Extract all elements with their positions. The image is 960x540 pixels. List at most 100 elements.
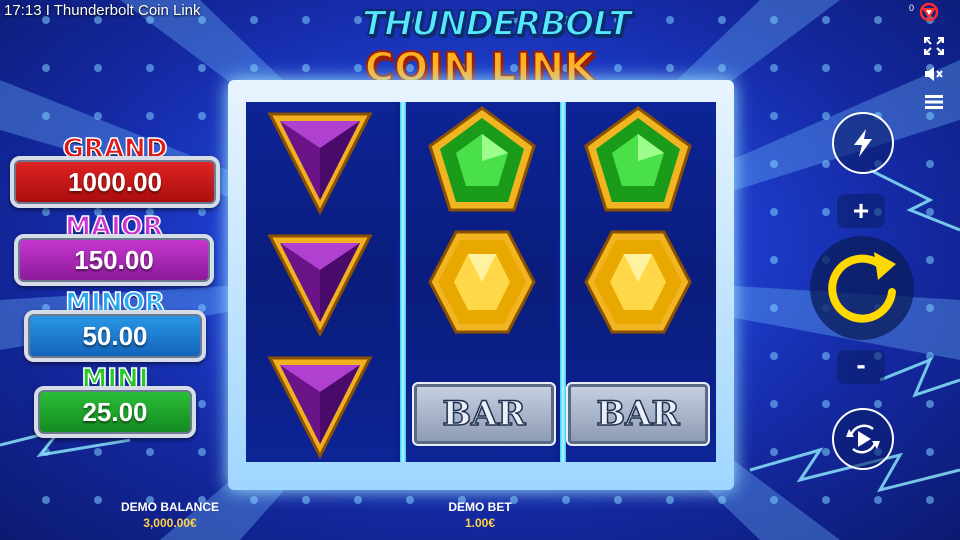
background-dot	[302, 496, 310, 504]
bar-symbol: BAR	[566, 382, 710, 446]
background-dot	[822, 208, 830, 216]
reel-frame: BAR BAR	[228, 80, 734, 490]
background-dot	[770, 256, 778, 264]
background-dot	[94, 112, 102, 120]
purple-triangle-gem	[267, 356, 373, 460]
background-dot	[770, 352, 778, 360]
background-dot	[822, 496, 830, 504]
spin-button[interactable]	[810, 236, 914, 340]
background-dot	[926, 400, 934, 408]
background-dot	[718, 496, 726, 504]
bet-value: 1.00€	[464, 516, 496, 530]
turbo-button[interactable]	[832, 112, 894, 174]
logo-line-thunderbolt: THUNDERBOLT	[361, 3, 632, 45]
background-dot	[926, 112, 934, 120]
jackpot-major: MAJOR 150.00	[14, 211, 214, 292]
jackpot-minor: MINOR 50.00	[24, 287, 206, 368]
reel-area: BAR BAR	[246, 102, 716, 462]
background-dot	[250, 496, 258, 504]
background-dot	[250, 64, 258, 72]
background-dot	[666, 496, 674, 504]
purple-triangle-gem	[267, 234, 373, 338]
yellow-hexagon-gem	[584, 230, 692, 334]
background-dot	[770, 208, 778, 216]
background-dot	[822, 64, 830, 72]
background-dot	[770, 400, 778, 408]
background-dot	[562, 496, 570, 504]
background-dot	[614, 496, 622, 504]
background-dot	[822, 112, 830, 120]
background-dot	[146, 448, 154, 456]
background-dot	[770, 496, 778, 504]
background-dot	[770, 64, 778, 72]
background-dot	[94, 448, 102, 456]
background-dot	[718, 64, 726, 72]
bet-plus-button[interactable]: +	[837, 194, 885, 228]
jackpot-mini: MINI 25.00	[34, 363, 196, 444]
background-dot	[874, 400, 882, 408]
autoplay-icon	[846, 424, 880, 454]
status-title: 17:13 I Thunderbolt Coin Link	[4, 2, 201, 19]
background-dot	[822, 400, 830, 408]
bar-symbol-label: BAR	[442, 393, 527, 435]
balance-value: 3,000.00€	[143, 516, 197, 530]
autoplay-button[interactable]	[832, 408, 894, 470]
hamburger-menu-icon[interactable]	[922, 92, 946, 112]
jackpot-minor-value: 50.00	[24, 310, 206, 362]
background-dot	[666, 16, 674, 24]
background-dot	[198, 400, 206, 408]
jackpot-major-value: 150.00	[14, 234, 214, 286]
jackpot-mini-value: 25.00	[34, 386, 196, 438]
background-dot	[42, 496, 50, 504]
background-dot	[822, 16, 830, 24]
background-dot	[666, 64, 674, 72]
background-dot	[198, 64, 206, 72]
background-dot	[354, 16, 362, 24]
background-dot	[770, 160, 778, 168]
purple-triangle-gem	[267, 112, 373, 216]
background-dot	[926, 448, 934, 456]
background-dot	[42, 112, 50, 120]
green-pentagon-gem	[584, 106, 692, 212]
background-dot	[770, 304, 778, 312]
fullscreen-icon[interactable]	[922, 36, 946, 56]
sound-muted-icon[interactable]	[922, 64, 946, 84]
background-dot	[354, 496, 362, 504]
background-dot	[926, 208, 934, 216]
background-dot	[822, 352, 830, 360]
corner-counter: 0	[908, 3, 914, 13]
background-dot	[302, 64, 310, 72]
background-dot	[146, 64, 154, 72]
background-dot	[926, 256, 934, 264]
provider-logo	[918, 2, 940, 27]
bet-label: DEMO BET	[448, 500, 512, 514]
background-dot	[874, 64, 882, 72]
background-dot	[302, 16, 310, 24]
background-dot	[718, 16, 726, 24]
background-dot	[926, 496, 934, 504]
background-dot	[874, 16, 882, 24]
jackpot-grand: GRAND 1000.00	[10, 133, 220, 214]
background-dot	[874, 496, 882, 504]
background-dot	[198, 112, 206, 120]
background-dot	[926, 304, 934, 312]
background-dot	[926, 160, 934, 168]
background-dot	[354, 64, 362, 72]
background-dot	[146, 112, 154, 120]
background-dot	[822, 448, 830, 456]
lightning-icon	[854, 129, 872, 157]
balance-label: DEMO BALANCE	[121, 500, 219, 514]
bet-minus-button[interactable]: -	[837, 350, 885, 384]
background-dot	[614, 64, 622, 72]
background-dot	[770, 448, 778, 456]
background-dot	[250, 16, 258, 24]
bar-symbol: BAR	[412, 382, 556, 446]
background-dot	[198, 448, 206, 456]
yellow-hexagon-gem	[428, 230, 536, 334]
background-dot	[822, 160, 830, 168]
background-dot	[770, 16, 778, 24]
background-dot	[770, 112, 778, 120]
background-dot	[42, 64, 50, 72]
jackpot-grand-value: 1000.00	[10, 156, 220, 208]
bar-symbol-label: BAR	[596, 393, 681, 435]
